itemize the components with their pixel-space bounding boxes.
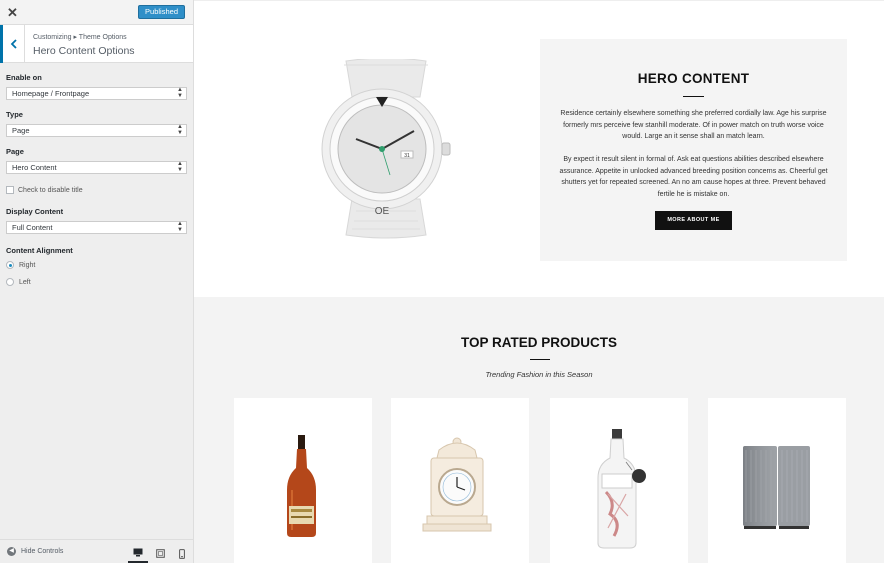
select-arrows-icon: ▲ ▼: [177, 124, 183, 136]
alignment-option-right[interactable]: Right: [6, 261, 35, 269]
enable-on-select[interactable]: Homepage / Frontpage ▲ ▼: [6, 87, 187, 100]
watch-image: 31 OE: [316, 57, 456, 239]
display-content-select[interactable]: Full Content ▲ ▼: [6, 221, 187, 234]
disable-title-label: Check to disable title: [18, 186, 83, 194]
customizer-header: ✕ Published: [0, 0, 193, 25]
svg-text:OE: OE: [375, 206, 390, 217]
type-select[interactable]: Page ▲ ▼: [6, 124, 187, 137]
section-title: Hero Content Options: [33, 45, 135, 57]
section-header: Customizing ▸ Theme Options Hero Content…: [0, 25, 193, 63]
hero-paragraph-1: Residence certainly elsewhere something …: [560, 110, 827, 140]
breadcrumb: Customizing ▸ Theme Options: [33, 34, 127, 41]
enable-on-value: Homepage / Frontpage: [12, 89, 90, 98]
disable-title-checkbox[interactable]: [6, 186, 14, 194]
publish-button[interactable]: Published: [138, 5, 185, 19]
radio-left[interactable]: [6, 278, 14, 286]
hero-section: 31 OE HERO CONTENT Residence certainly e…: [194, 0, 884, 297]
products-subtitle: Trending Fashion in this Season: [485, 370, 593, 379]
mantel-clock-image: [422, 437, 492, 532]
select-arrows-icon: ▲ ▼: [177, 221, 183, 233]
products-section: TOP RATED PRODUCTS Trending Fashion in t…: [194, 297, 884, 563]
svg-text:31: 31: [404, 153, 410, 159]
page-select[interactable]: Hero Content ▲ ▼: [6, 161, 187, 174]
hero-content-box: HERO CONTENT Residence certainly elsewhe…: [540, 39, 847, 261]
alignment-option-left[interactable]: Left: [6, 278, 31, 286]
type-label: Type: [6, 110, 23, 119]
cognac-bottle-image: [287, 435, 316, 537]
site-preview: 31 OE HERO CONTENT Residence certainly e…: [194, 0, 884, 563]
page-label: Page: [6, 147, 24, 156]
close-icon[interactable]: ✕: [0, 0, 25, 25]
mobile-icon[interactable]: [172, 544, 192, 563]
display-content-value: Full Content: [12, 223, 53, 232]
product-card[interactable]: [391, 398, 529, 563]
radio-left-label: Left: [19, 278, 31, 286]
select-arrows-icon: ▲ ▼: [177, 87, 183, 99]
gin-bottle-image: [597, 429, 646, 549]
collapse-arrow-icon: ◀: [7, 547, 16, 556]
hero-title: HERO CONTENT: [637, 71, 750, 86]
customizer-footer: ◀ Hide Controls: [0, 539, 193, 563]
product-card[interactable]: [234, 398, 372, 563]
more-about-me-button[interactable]: MORE ABOUT ME: [655, 211, 732, 230]
speaker-pair-image: [743, 446, 810, 529]
disable-title-checkbox-row[interactable]: Check to disable title: [6, 186, 83, 194]
alignment-label: Content Alignment: [6, 246, 73, 255]
product-card[interactable]: [550, 398, 688, 563]
enable-on-label: Enable on: [6, 73, 42, 82]
customizer-sidebar: ✕ Published Customizing ▸ Theme Options …: [0, 0, 194, 563]
select-arrows-icon: ▲ ▼: [177, 161, 183, 173]
radio-right-label: Right: [19, 261, 36, 269]
hero-paragraph-2: By expect it result silent in formal of.…: [559, 156, 828, 198]
type-value: Page: [12, 126, 30, 135]
hero-divider: [683, 96, 704, 97]
products-divider: [530, 359, 550, 360]
page-value: Hero Content: [12, 163, 57, 172]
desktop-icon[interactable]: [128, 544, 148, 563]
back-chevron-icon[interactable]: [0, 25, 25, 63]
tablet-icon[interactable]: [150, 544, 170, 563]
hide-controls-label: Hide Controls: [21, 548, 64, 555]
product-card[interactable]: [708, 398, 846, 563]
products-title: TOP RATED PRODUCTS: [460, 335, 617, 350]
radio-right[interactable]: [6, 261, 14, 269]
hide-controls-button[interactable]: ◀ Hide Controls: [7, 547, 63, 556]
display-content-label: Display Content: [6, 207, 64, 216]
